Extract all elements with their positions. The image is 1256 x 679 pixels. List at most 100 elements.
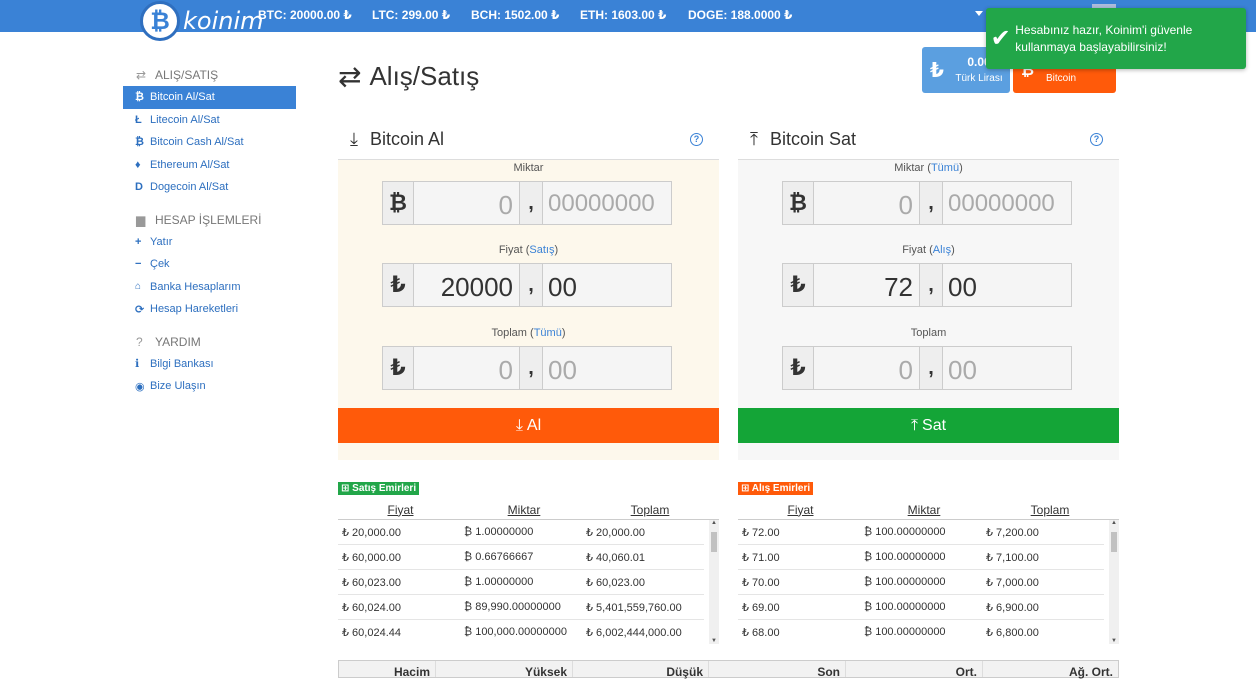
sell-button[interactable]: ⤒ Sat xyxy=(738,408,1119,443)
bitcoin-cash-icon: ₿ xyxy=(135,136,144,149)
download-icon: ⤓ xyxy=(350,129,358,149)
buy-amount-group: ₿ 0 , 00000000 xyxy=(382,181,672,225)
sidebar-section-trade: ⇄ ALIŞ/SATIŞ xyxy=(136,68,219,82)
table-row[interactable]: ₺ 68.00 ₿ 100.00000000 ₺ 6,800.00 xyxy=(738,620,1104,644)
minus-icon: − xyxy=(135,258,142,271)
help-icon[interactable]: ? xyxy=(1090,133,1103,146)
table-row[interactable]: ₺ 70.00 ₿ 100.00000000 ₺ 7,000.00 xyxy=(738,570,1104,595)
table-row[interactable]: ₺ 60,000.00 ₿ 0.66766667 ₺ 40,060.01 xyxy=(338,545,704,570)
table-row[interactable]: ₺ 60,024.00 ₿ 89,990.00000000 ₺ 5,401,559,… xyxy=(338,595,704,620)
buy-total-dec-input[interactable]: 00 xyxy=(542,347,671,389)
bitcoin-icon: ₿ xyxy=(135,91,144,104)
table-row[interactable]: ₺ 60,023.00 ₿ 1.00000000 ₺ 60,023.00 xyxy=(338,570,704,595)
lira-icon: ₺ xyxy=(930,60,944,82)
table-row[interactable]: ₺ 20,000.00 ₿ 1.00000000 ₺ 20,000.00 xyxy=(338,520,704,545)
plus-icon: + xyxy=(135,235,142,248)
sell-amount-int-input[interactable]: 0 xyxy=(813,182,920,224)
sidebar-section-account: ▆ HESAP İŞLEMLERİ xyxy=(136,212,262,227)
sell-orders-badge: ⊞ Satış Emirleri xyxy=(338,482,420,495)
sell-orders-table: ⊞ Satış Emirleri Fiyat Miktar Toplam ₺ 2… xyxy=(338,478,719,644)
upload-icon: ⤒ xyxy=(750,129,758,149)
briefcase-icon: ▆ xyxy=(136,212,146,227)
buy-price-group: ₺ 20000 , 00 xyxy=(382,263,672,307)
sidebar-item-withdraw[interactable]: − Çek xyxy=(123,253,296,276)
sidebar-section-help: ? YARDIM xyxy=(136,334,201,349)
ticker-eth: ETH: 1603.00 ₺ xyxy=(580,8,667,22)
ethereum-icon: ♦ xyxy=(135,158,141,171)
sidebar-item-deposit[interactable]: + Yatır xyxy=(123,231,296,254)
ticker-ltc: LTC: 299.00 ₺ xyxy=(372,8,451,22)
buy-price-link[interactable]: Satış xyxy=(529,244,554,256)
history-icon: ⟳ xyxy=(135,303,145,316)
check-icon: ✔ xyxy=(990,25,1011,52)
sell-price-group: ₺ 72 , 00 xyxy=(782,263,1072,307)
sell-panel-header: ⤒ Bitcoin Sat ? xyxy=(738,120,1119,160)
buy-amount-dec-input[interactable]: 00000000 xyxy=(542,182,671,224)
buy-orders-header: Fiyat Miktar Toplam xyxy=(738,500,1119,520)
table-row[interactable]: ₺ 71.00 ₿ 100.00000000 ₺ 7,100.00 xyxy=(738,545,1104,570)
buy-button[interactable]: ⤓ Al xyxy=(338,408,719,443)
sell-total-group: ₺ 0 , 00 xyxy=(782,346,1072,390)
buy-price-dec-input[interactable]: 00 xyxy=(542,264,671,306)
sidebar-item-litecoin[interactable]: Ł Litecoin Al/Sat xyxy=(123,109,296,132)
sell-amount-link[interactable]: Tümü xyxy=(931,162,959,174)
sidebar-item-dogecoin[interactable]: D Dogecoin Al/Sat xyxy=(123,176,296,199)
ticker-btc: BTC: 20000.00 ₺ xyxy=(258,8,352,22)
ticker-bch: BCH: 1502.00 ₺ xyxy=(471,8,560,22)
lira-icon: ₺ xyxy=(790,272,806,297)
user-dropdown-caret-icon[interactable] xyxy=(975,11,983,16)
sidebar-item-bitcoin-cash[interactable]: ₿ Bitcoin Cash Al/Sat xyxy=(123,131,296,154)
table-row[interactable]: ₺ 69.00 ₿ 100.00000000 ₺ 6,900.00 xyxy=(738,595,1104,620)
buy-orders-table: ⊞ Alış Emirleri Fiyat Miktar Toplam ₺ 72… xyxy=(738,478,1119,644)
buy-total-link[interactable]: Tümü xyxy=(534,327,562,339)
sell-amount-label: Miktar (Tümü) xyxy=(894,162,963,174)
sell-orders-header: Fiyat Miktar Toplam xyxy=(338,500,719,520)
info-icon: ℹ xyxy=(135,358,140,371)
sell-price-link[interactable]: Alış xyxy=(933,244,951,256)
buy-panel-header: ⤓ Bitcoin Al ? xyxy=(338,120,719,160)
sell-panel: ⤒ Bitcoin Sat ? Miktar (Tümü) ₿ 0 , 0000… xyxy=(738,120,1119,460)
bitcoin-logo-icon: ₿ xyxy=(140,1,180,41)
dogecoin-icon: D xyxy=(135,181,143,194)
market-stats-header: Hacim Yüksek Düşük Son Ort. Ağ. Ort. xyxy=(338,660,1119,679)
bitcoin-icon: ₿ xyxy=(389,190,407,215)
exchange-icon: ⇄ xyxy=(136,68,147,82)
help-icon[interactable]: ? xyxy=(690,133,703,146)
sell-amount-group: ₿ 0 , 00000000 xyxy=(782,181,1072,225)
page-title: ⇄ Alış/Satış xyxy=(338,61,480,92)
sidebar-item-ethereum[interactable]: ♦ Ethereum Al/Sat xyxy=(123,154,296,177)
sell-total-dec-input[interactable]: 00 xyxy=(942,347,1071,389)
question-icon: ? xyxy=(136,334,143,349)
logo[interactable]: ₿ koinim xyxy=(140,1,264,41)
table-row[interactable]: ₺ 72.00 ₿ 100.00000000 ₺ 7,200.00 xyxy=(738,520,1104,545)
buy-panel: ⤓ Bitcoin Al ? Miktar ₿ 0 , 00000000 Fiy… xyxy=(338,120,719,460)
buy-amount-int-input[interactable]: 0 xyxy=(413,182,520,224)
lira-icon: ₺ xyxy=(790,355,806,380)
buy-price-int-input[interactable]: 20000 xyxy=(413,264,520,306)
download-icon: ⤓ xyxy=(515,416,523,434)
buy-orders-scrollbar[interactable]: ▲ ▼ xyxy=(1109,520,1119,644)
buy-orders-body: ₺ 72.00 ₿ 100.00000000 ₺ 7,200.00 ₺ 71.00 ₿… xyxy=(738,520,1119,644)
upload-icon: ⤒ xyxy=(910,416,919,434)
sidebar-item-bank-accounts[interactable]: ⌂ Banka Hesaplarım xyxy=(123,276,296,299)
sell-total-int-input[interactable]: 0 xyxy=(813,347,920,389)
sell-price-dec-input[interactable]: 00 xyxy=(942,264,1071,306)
sidebar-item-knowledge-base[interactable]: ℹ Bilgi Bankası xyxy=(123,353,296,376)
sell-price-int-input[interactable]: 72 xyxy=(813,264,920,306)
sell-amount-dec-input[interactable]: 00000000 xyxy=(942,182,1071,224)
sidebar: ⇄ ALIŞ/SATIŞ ₿ Bitcoin Al/Sat Ł Litecoin Al… xyxy=(123,62,296,398)
success-toast[interactable]: ✔ Hesabınız hazır, Koinim'i güvenle kull… xyxy=(986,8,1246,69)
exchange-icon: ⇄ xyxy=(338,61,362,92)
buy-amount-label: Miktar xyxy=(513,162,544,174)
ticker-doge: DOGE: 188.0000 ₺ xyxy=(688,8,793,22)
table-row[interactable]: ₺ 60,024.44 ₿ 100,000.00000000 ₺ 6,002,444… xyxy=(338,620,704,644)
lira-icon: ₺ xyxy=(390,272,406,297)
sell-orders-scrollbar[interactable]: ▲ ▼ xyxy=(709,520,719,644)
sidebar-item-bitcoin[interactable]: ₿ Bitcoin Al/Sat xyxy=(123,86,296,109)
buy-total-group: ₺ 0 , 00 xyxy=(382,346,672,390)
sidebar-item-account-history[interactable]: ⟳ Hesap Hareketleri xyxy=(123,298,296,321)
brand-name: koinim xyxy=(183,7,264,35)
buy-total-label: Toplam (Tümü) xyxy=(491,327,566,339)
sidebar-item-contact[interactable]: ◉ Bize Ulaşın xyxy=(123,375,296,398)
buy-total-int-input[interactable]: 0 xyxy=(413,347,520,389)
